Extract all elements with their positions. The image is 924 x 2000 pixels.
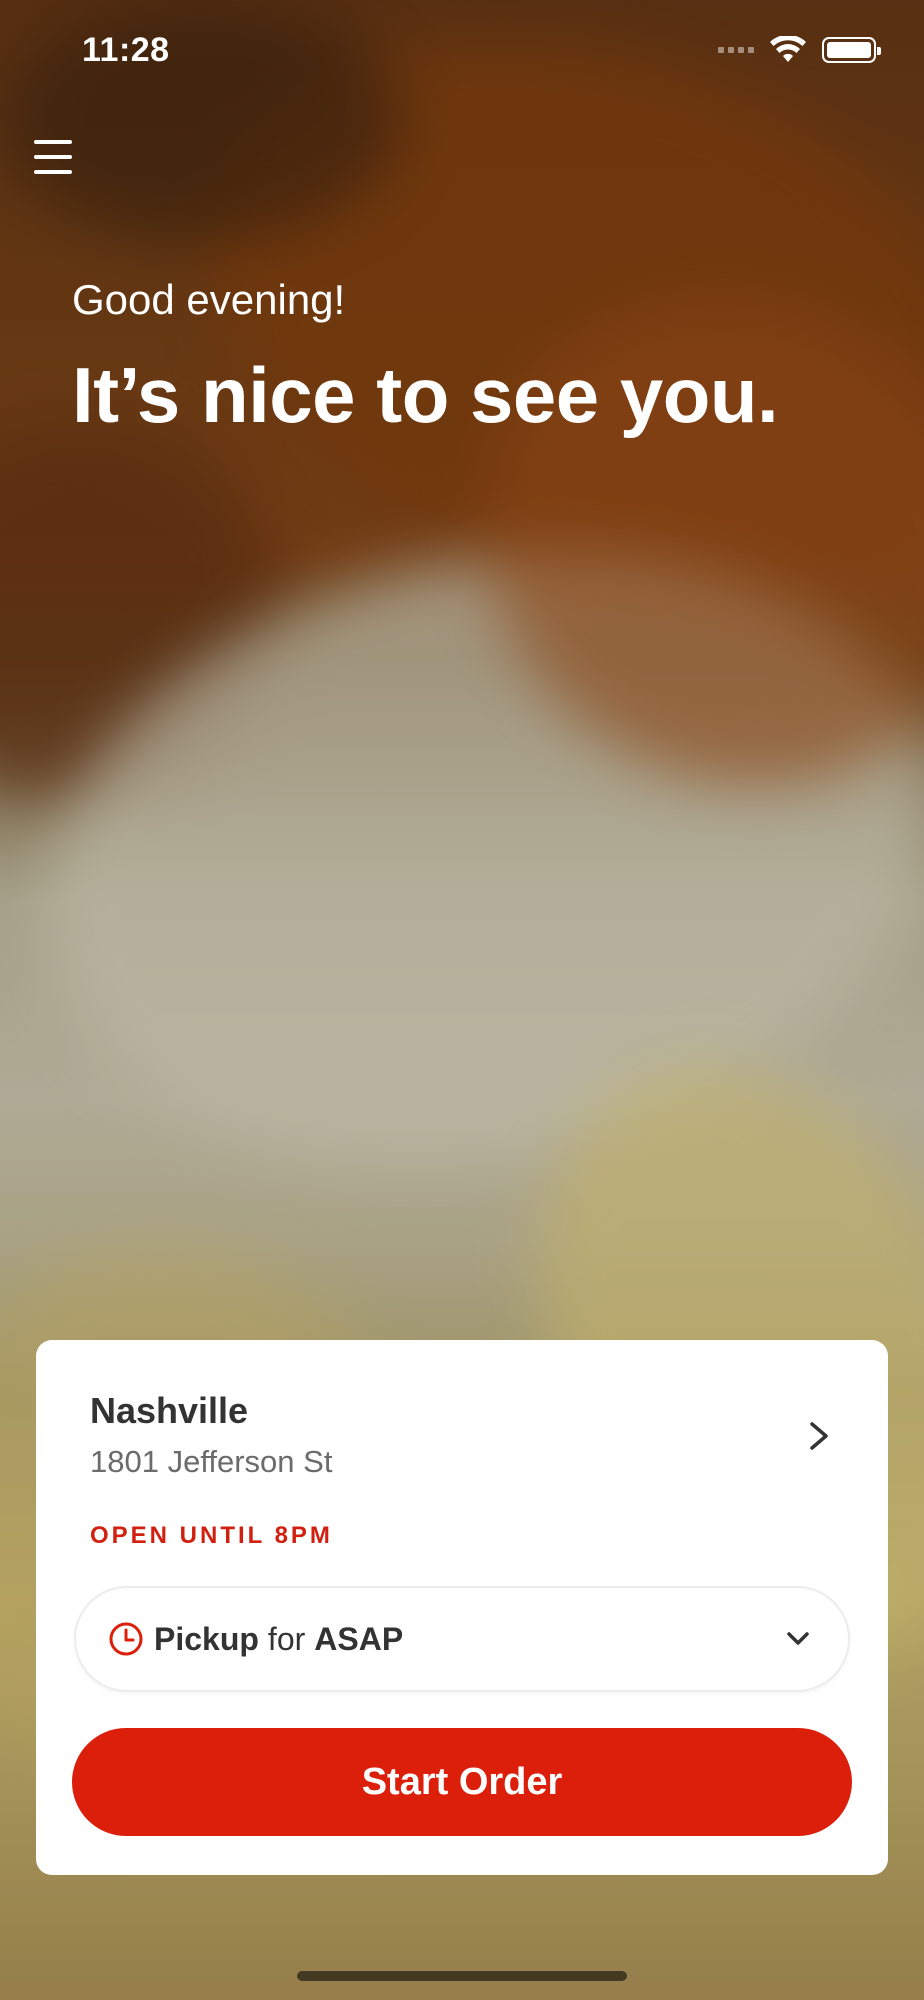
wifi-icon: [770, 36, 806, 62]
hamburger-menu-icon[interactable]: [34, 140, 72, 174]
hours-status: OPEN UNTIL 8PM: [90, 1522, 333, 1549]
chevron-right-icon[interactable]: [804, 1422, 832, 1450]
pickup-time: ASAP: [314, 1620, 404, 1657]
start-order-button[interactable]: Start Order: [72, 1728, 852, 1836]
signal-icon: [718, 47, 754, 53]
pickup-time-selector[interactable]: Pickup for ASAP: [74, 1586, 850, 1692]
status-time: 11:28: [82, 30, 170, 69]
status-icons: [718, 36, 881, 64]
status-bar: 11:28: [0, 0, 924, 100]
clock-icon: [109, 1622, 143, 1656]
pickup-connector: for: [267, 1620, 306, 1657]
home-indicator: [297, 1971, 627, 1981]
location-card: Nashville 1801 Jefferson St OPEN UNTIL 8…: [36, 1340, 888, 1875]
location-address[interactable]: 1801 Jefferson St: [90, 1444, 332, 1480]
pickup-mode: Pickup: [154, 1620, 259, 1657]
greeting-text: Good evening!: [72, 276, 346, 323]
hero-headline: It’s nice to see you.: [72, 351, 779, 439]
chevron-down-icon: [787, 1632, 809, 1645]
location-name[interactable]: Nashville: [90, 1390, 248, 1432]
battery-icon: [822, 37, 881, 63]
pickup-label: Pickup for ASAP: [154, 1621, 784, 1658]
